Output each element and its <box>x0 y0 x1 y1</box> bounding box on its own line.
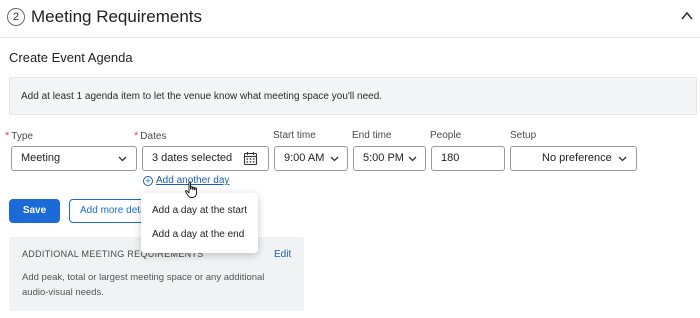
end-time-select[interactable]: 5:00 PM <box>353 146 426 171</box>
plus-circle-icon: + <box>143 176 153 186</box>
people-label: People <box>430 130 462 141</box>
start-time-value: 9:00 AM <box>284 152 325 164</box>
start-time-label: Start time <box>273 130 316 141</box>
dates-field[interactable]: 3 dates selected <box>142 146 269 171</box>
menu-item-add-day-end[interactable]: Add a day at the end <box>152 229 244 240</box>
save-button[interactable]: Save <box>9 199 60 223</box>
agenda-title: Create Event Agenda <box>9 50 133 65</box>
edit-link[interactable]: Edit <box>274 249 291 260</box>
additional-requirements-description: Add peak, total or largest meeting space… <box>22 272 265 298</box>
required-marker: * <box>5 130 10 142</box>
required-marker: * <box>134 130 139 142</box>
chevron-up-icon[interactable] <box>680 9 694 23</box>
setup-select-value: No preference <box>542 152 612 164</box>
calendar-icon[interactable] <box>243 151 258 166</box>
section-title: Meeting Requirements <box>31 7 203 26</box>
menu-item-add-day-start[interactable]: Add a day at the start <box>152 205 247 216</box>
chevron-down-icon <box>618 156 627 162</box>
info-banner-text: Add at least 1 agenda item to let the ve… <box>21 91 383 102</box>
start-time-select[interactable]: 9:00 AM <box>274 146 348 171</box>
section-divider <box>0 37 700 38</box>
hand-cursor-icon <box>185 181 197 198</box>
setup-label: Setup <box>510 130 537 141</box>
type-select[interactable]: Meeting <box>11 146 137 171</box>
chevron-down-icon <box>408 156 417 162</box>
chevron-down-icon <box>118 156 127 162</box>
people-input-value: 180 <box>441 152 460 164</box>
end-time-label: End time <box>352 130 392 141</box>
people-input[interactable]: 180 <box>431 146 505 171</box>
dates-label: * Dates <box>134 130 167 142</box>
setup-select[interactable]: No preference <box>510 146 637 171</box>
end-time-value: 5:00 PM <box>363 152 404 164</box>
info-banner: Add at least 1 agenda item to let the ve… <box>9 77 697 115</box>
type-select-value: Meeting <box>21 152 61 164</box>
dates-field-value: 3 dates selected <box>152 152 233 164</box>
type-label: * Type <box>5 130 33 142</box>
add-day-menu: Add a day at the start Add a day at the … <box>141 193 258 253</box>
step-number: 2 <box>7 8 25 26</box>
chevron-down-icon <box>330 156 339 162</box>
